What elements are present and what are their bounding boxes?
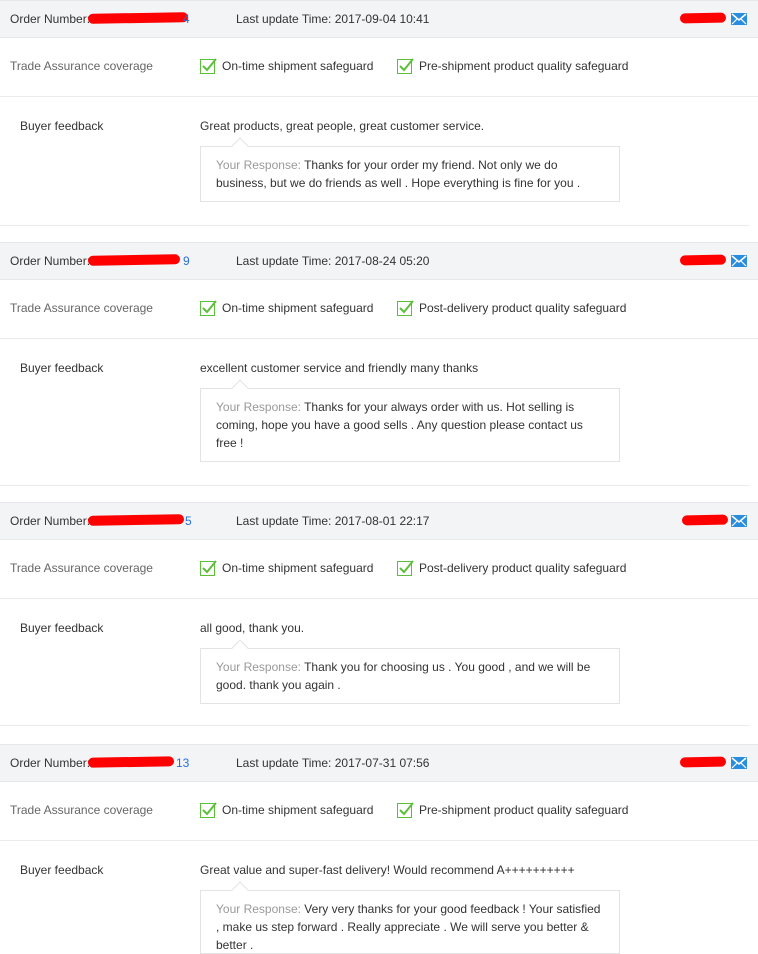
safeguard-label: Post-delivery product quality safeguard (419, 301, 627, 315)
seller-response-box: Your Response: Thank you for choosing us… (200, 648, 620, 704)
safeguard-label: Pre-shipment product quality safeguard (419, 59, 629, 73)
check-icon (200, 58, 217, 74)
trade-assurance-row: Trade Assurance coverage On-time shipmen… (0, 782, 758, 841)
check-icon (200, 802, 217, 818)
order-header: Order Number: 5 Last update Time: 2017-0… (0, 502, 758, 540)
last-update-value: 2017-09-04 10:41 (334, 12, 430, 26)
redacted-order-number (87, 254, 181, 266)
order-number-tail[interactable]: 9 (183, 254, 190, 268)
order-number-tail[interactable]: 13 (176, 756, 189, 770)
check-icon (200, 300, 217, 316)
last-update-value: 2017-07-31 07:56 (334, 756, 430, 770)
buyer-feedback-label: Buyer feedback (20, 119, 104, 133)
check-icon (397, 300, 414, 316)
last-update-value: 2017-08-01 22:17 (334, 514, 430, 528)
order-divider (0, 485, 750, 486)
order-header: Order Number: 13 Last update Time: 2017-… (0, 744, 758, 782)
redacted-order-number (87, 514, 185, 526)
redacted-buyer-name (679, 254, 727, 266)
safeguard-label: Post-delivery product quality safeguard (419, 561, 627, 575)
last-update-label: Last update Time: (236, 756, 332, 770)
mail-icon[interactable] (731, 515, 747, 527)
safeguard-label: On-time shipment safeguard (222, 301, 374, 315)
response-label: Your Response: (216, 902, 301, 916)
redacted-buyer-name (681, 514, 729, 526)
seller-response-box: Your Response: Thanks for your always or… (200, 388, 620, 462)
safeguard-label: On-time shipment safeguard (222, 803, 374, 817)
last-update-label: Last update Time: (236, 254, 332, 268)
trade-assurance-label: Trade Assurance coverage (10, 301, 153, 315)
order-header: Order Number: 4 Last update Time: 2017-0… (0, 0, 758, 38)
trade-assurance-row: Trade Assurance coverage On-time shipmen… (0, 38, 758, 97)
trade-assurance-label: Trade Assurance coverage (10, 803, 153, 817)
check-icon (200, 560, 217, 576)
buyer-feedback-text: Great value and super-fast delivery! Wou… (200, 863, 575, 877)
safeguard-item: Post-delivery product quality safeguard (397, 560, 626, 576)
safeguard-item: On-time shipment safeguard (200, 58, 373, 74)
response-label: Your Response: (216, 660, 301, 674)
buyer-feedback-text: all good, thank you. (200, 621, 305, 635)
buyer-feedback-text: Great products, great people, great cust… (200, 119, 485, 133)
last-update-label: Last update Time: (236, 514, 332, 528)
response-label: Your Response: (216, 400, 301, 414)
order-number-label: Order Number: (10, 756, 91, 770)
safeguard-item: Post-delivery product quality safeguard (397, 300, 626, 316)
trade-assurance-row: Trade Assurance coverage On-time shipmen… (0, 540, 758, 599)
buyer-feedback-label: Buyer feedback (20, 863, 104, 877)
response-label: Your Response: (216, 158, 301, 172)
buyer-feedback-label: Buyer feedback (20, 361, 104, 375)
redacted-order-number (87, 12, 189, 24)
order-feedback-list: Order Number: 4 Last update Time: 2017-0… (0, 0, 758, 954)
safeguard-label: On-time shipment safeguard (222, 59, 374, 73)
trade-assurance-label: Trade Assurance coverage (10, 59, 153, 73)
check-icon (397, 58, 414, 74)
order-number-label: Order Number: (10, 514, 91, 528)
safeguard-label: On-time shipment safeguard (222, 561, 374, 575)
trade-assurance-row: Trade Assurance coverage On-time shipmen… (0, 280, 758, 339)
safeguard-item: On-time shipment safeguard (200, 300, 373, 316)
mail-icon[interactable] (731, 757, 747, 769)
last-update-value: 2017-08-24 05:20 (334, 254, 430, 268)
safeguard-item: On-time shipment safeguard (200, 802, 373, 818)
safeguard-item: On-time shipment safeguard (200, 560, 373, 576)
last-update-time: Last update Time: 2017-08-01 22:17 (236, 514, 429, 528)
redacted-buyer-name (679, 756, 727, 768)
seller-response-box: Your Response: Thanks for your order my … (200, 146, 620, 202)
last-update-time: Last update Time: 2017-08-24 05:20 (236, 254, 429, 268)
last-update-time: Last update Time: 2017-09-04 10:41 (236, 12, 429, 26)
order-number-tail[interactable]: 5 (185, 514, 192, 528)
check-icon (397, 560, 414, 576)
mail-icon[interactable] (731, 13, 747, 25)
buyer-feedback-label: Buyer feedback (20, 621, 104, 635)
order-number-tail[interactable]: 4 (183, 12, 190, 26)
order-number-label: Order Number: (10, 12, 91, 26)
safeguard-item: Pre-shipment product quality safeguard (397, 802, 628, 818)
mail-icon[interactable] (731, 255, 747, 267)
safeguard-label: Pre-shipment product quality safeguard (419, 803, 629, 817)
last-update-time: Last update Time: 2017-07-31 07:56 (236, 756, 429, 770)
redacted-order-number (87, 756, 175, 768)
order-header: Order Number: 9 Last update Time: 2017-0… (0, 242, 758, 280)
buyer-feedback-text: excellent customer service and friendly … (200, 361, 479, 375)
seller-response-box: Your Response: Very very thanks for your… (200, 890, 620, 954)
trade-assurance-label: Trade Assurance coverage (10, 561, 153, 575)
order-number-label: Order Number: (10, 254, 91, 268)
redacted-buyer-name (679, 12, 727, 24)
order-divider (0, 725, 750, 726)
last-update-label: Last update Time: (236, 12, 332, 26)
check-icon (397, 802, 414, 818)
order-divider (0, 225, 750, 226)
safeguard-item: Pre-shipment product quality safeguard (397, 58, 628, 74)
